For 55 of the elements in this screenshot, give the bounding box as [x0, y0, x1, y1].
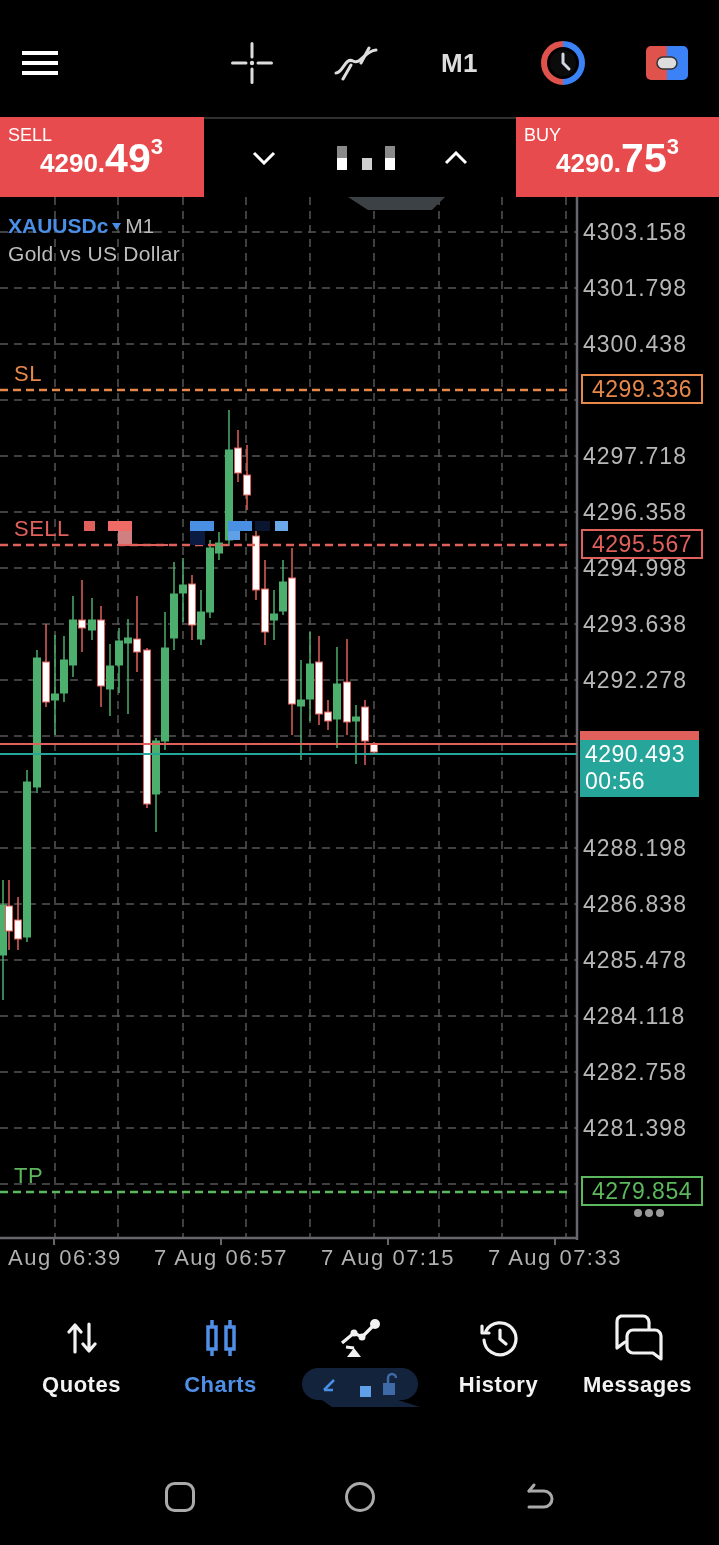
sell-order-label: SELL	[14, 516, 70, 542]
axis-price-label: 4293.638	[583, 614, 687, 634]
recent-apps-icon[interactable]	[164, 1482, 195, 1512]
pixelated-block	[84, 521, 95, 531]
axis-price-label: 4303.158	[583, 222, 687, 242]
axis-time-label: 7 Aug 07:15	[321, 1245, 455, 1271]
axis-price-label: 4297.718	[583, 446, 687, 466]
candlestick-icon	[203, 1319, 238, 1357]
axis-price-label: 4285.478	[583, 950, 687, 970]
bid-price-text: 4290.493	[585, 741, 686, 768]
pixelated-volume-drawing	[337, 146, 395, 170]
symbol-description: Gold vs US Dollar	[8, 241, 180, 267]
chevron-down-icon[interactable]	[252, 151, 276, 165]
symbol-label: XAUUSDc	[8, 213, 109, 239]
stop-loss-label: SL	[14, 361, 42, 387]
take-profit-label: TP	[14, 1163, 44, 1189]
countdown-text: 00:56	[585, 768, 647, 795]
buy-button[interactable]: BUY 4290.75$^{3}$	[516, 117, 719, 197]
pixelated-block	[275, 521, 288, 531]
more-dots-icon[interactable]	[633, 1208, 665, 1218]
axis-price-label: 4284.118	[583, 1006, 686, 1026]
caret-icon[interactable]	[112, 222, 122, 230]
axis-price-label: 4282.758	[583, 1062, 687, 1082]
switch-icon[interactable]	[646, 45, 689, 80]
axis-price-label: 4292.278	[583, 670, 687, 690]
arrows-icon	[66, 1322, 97, 1354]
pixelated-block	[255, 521, 270, 531]
stop-loss-price-tag: 4299.336	[581, 374, 703, 404]
timeframe-label: M1	[125, 213, 155, 239]
axis-price-label: 4286.838	[583, 894, 687, 914]
axis-price-label: 4281.398	[583, 1118, 687, 1138]
axis-price-label: 4300.438	[583, 334, 687, 354]
timeframe-button[interactable]: M1	[440, 49, 479, 76]
history-icon	[478, 1318, 519, 1358]
sell-button[interactable]: SELL 4290.49$^{3}$	[0, 117, 204, 197]
nav-tab[interactable]: Charts	[151, 1280, 290, 1430]
sell-order-price-tag: 4295.567	[581, 529, 703, 559]
nav-tab[interactable]: History	[429, 1280, 568, 1430]
chevron-up-icon[interactable]	[444, 151, 468, 165]
nav-tab[interactable]: Quotes	[12, 1280, 151, 1430]
axis-time-label: 7 Aug 07:33	[488, 1245, 622, 1271]
menu-icon[interactable]	[22, 50, 58, 75]
axis-time-label: 7 Aug 06:57	[154, 1245, 288, 1271]
crosshair-icon[interactable]	[230, 41, 273, 84]
nav-tab[interactable]: Messages	[568, 1280, 707, 1430]
curve-icon[interactable]	[333, 44, 378, 81]
speech-bubbles-icon	[612, 1314, 663, 1362]
axis-price-label: 4288.198	[583, 838, 687, 858]
axis-price-label: 4301.798	[583, 278, 687, 298]
home-icon[interactable]	[344, 1482, 375, 1512]
take-profit-price-tag: 4279.854	[581, 1176, 703, 1206]
axis-price-label: 4294.998	[583, 558, 687, 578]
axis-price-label: 4296.358	[583, 502, 687, 522]
axis-time-label: Aug 06:39	[8, 1245, 122, 1271]
clock-icon[interactable]	[541, 40, 586, 85]
